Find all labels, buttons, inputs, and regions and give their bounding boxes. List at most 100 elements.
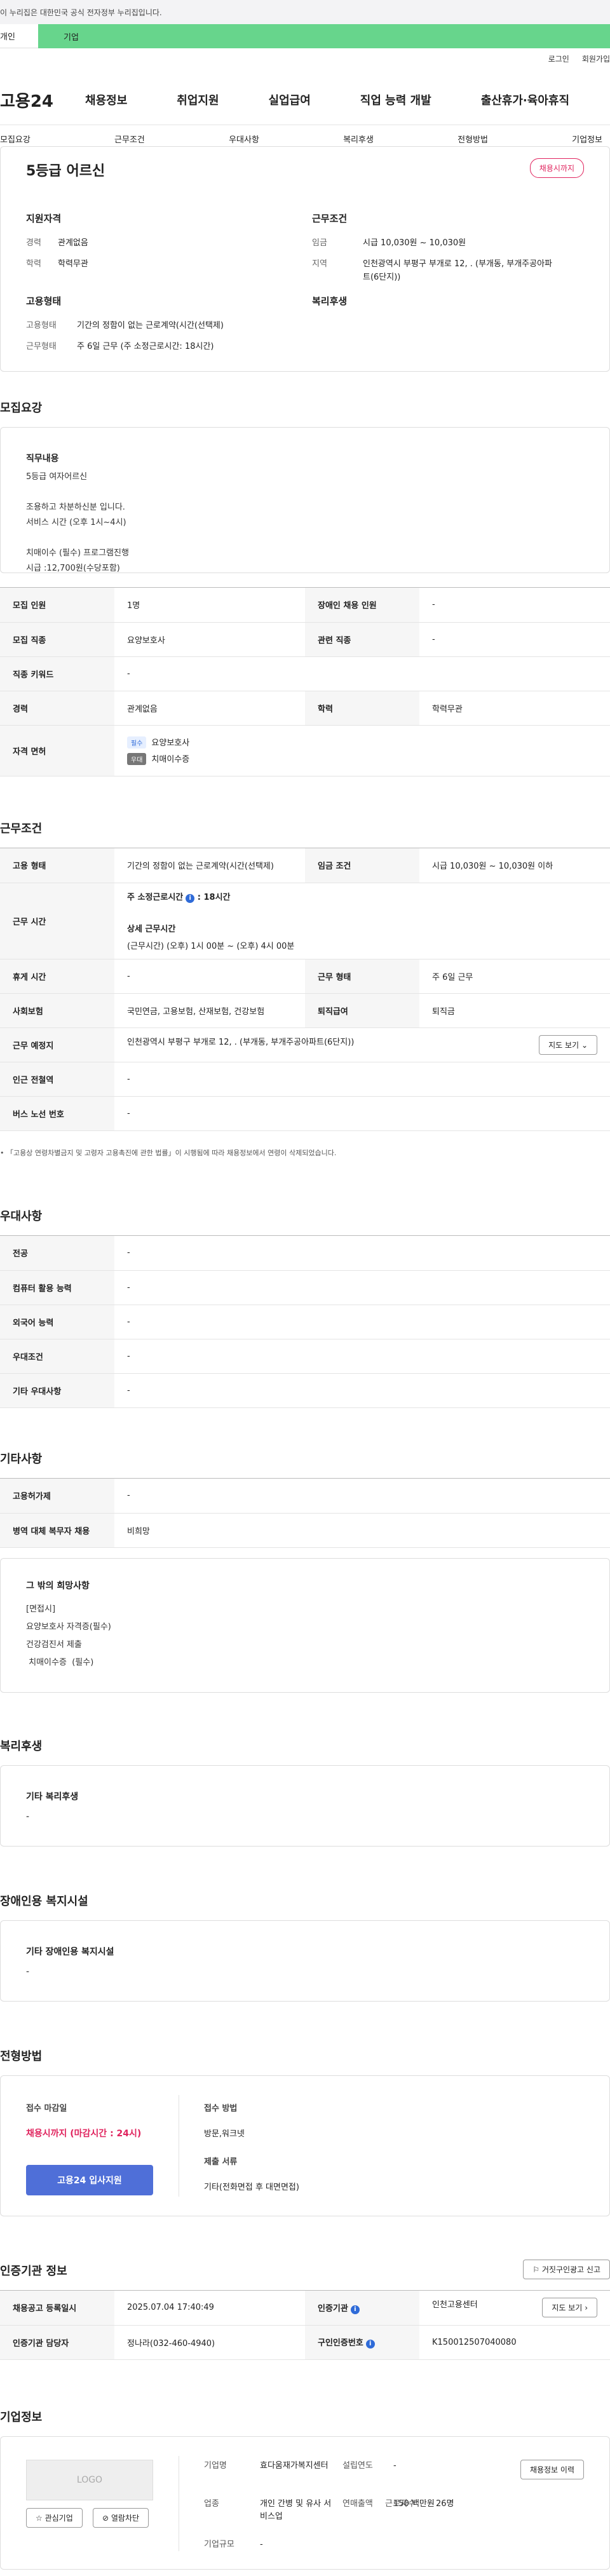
cell-label: 임금 조건 xyxy=(305,848,419,883)
info-icon[interactable]: i xyxy=(365,2340,375,2349)
agency-map-label: 지도 보기 xyxy=(552,2303,583,2313)
main-nav: 고용24 채용정보 취업지원 실업급여 직업 능력 개발 출산휴가·육아휴직 xyxy=(0,78,610,122)
block-icon: ⊘ xyxy=(102,2514,109,2523)
cell-value: 요양보호사 xyxy=(114,622,305,657)
fav-label: 관심기업 xyxy=(44,2514,73,2523)
cell-label: 사회보험 xyxy=(0,993,114,1028)
cell-label: 자격 면허 xyxy=(0,725,114,776)
cell-label: 근무 예정지 xyxy=(0,1027,114,1062)
tab-recruit[interactable]: 모집요강 xyxy=(0,133,30,145)
cell-label: 인증기관 담당자 xyxy=(0,2325,114,2360)
cell-label: 휴게 시간 xyxy=(0,959,114,994)
etc-box: 그 밖의 희망사항 [면접시] 요양보호사 자격증(필수) 건강검진서 제출 치… xyxy=(0,1558,610,1693)
label: 지역 xyxy=(312,259,327,269)
work-title: 근무조건 xyxy=(0,822,43,836)
tab-personal[interactable]: 개인 xyxy=(0,24,38,48)
nav-jobs[interactable]: 채용정보 xyxy=(85,92,127,108)
site-logo[interactable]: 고용24 xyxy=(0,88,53,112)
value: 시급 10,030원 ~ 10,030원 xyxy=(363,238,466,248)
nav-unemployment[interactable]: 실업급여 xyxy=(269,92,311,108)
cell-label: 학력 xyxy=(305,691,419,726)
signup-link[interactable]: 회원가입 xyxy=(582,53,610,64)
report-button[interactable]: ⚐ 거짓구인광고 신고 xyxy=(523,2260,610,2279)
process-title: 전형방법 xyxy=(0,2050,43,2063)
field-value: - xyxy=(393,2461,396,2471)
work-table: 고용 형태 기간의 정함이 없는 근로계약(시간(선택제) 임금 조건 시급 10,0… xyxy=(0,848,610,1131)
value: 트(6단지)) xyxy=(363,273,401,282)
cell-label: 인증기관 i xyxy=(305,2291,419,2326)
disab-sub: 기타 장애인용 복지시설 xyxy=(26,1947,114,1957)
map-button[interactable]: 지도 보기 ⌄ xyxy=(539,1034,597,1055)
flag-icon: ⚐ xyxy=(532,2265,540,2274)
field-label: 업종 xyxy=(204,2499,219,2509)
user-type-tabs: 개인 기업 xyxy=(0,24,610,48)
tab-company[interactable]: 기업 xyxy=(38,24,610,48)
tab-company[interactable]: 기업정보 xyxy=(572,133,602,145)
cell-label: 장애인 채용 인원 xyxy=(305,588,419,623)
cell-value: 주 6일 근무 xyxy=(419,959,610,994)
cell-label-text: 인증기관 xyxy=(318,2303,348,2314)
benefit-card: 기타 복리후생 - xyxy=(0,1765,610,1847)
gov-banner: 이 누리집은 대한민국 공식 전자정부 누리집입니다. xyxy=(0,0,610,24)
cell-label: 직종 키워드 xyxy=(0,656,114,691)
label: 경력 xyxy=(26,238,41,248)
info-icon[interactable]: i xyxy=(186,894,195,903)
cell-label: 기타 우대사항 xyxy=(0,1373,114,1408)
cell-value: 기간의 정함이 없는 근로계약(시간(선택제) xyxy=(114,848,305,883)
pref-table: 전공 - 컴퓨터 활용 능력 - 외국어 능력 - 우대조건 - 기타 우대사항 - xyxy=(0,1235,610,1408)
etc-box-text: [면접시] 요양보호사 자격증(필수) 건강검진서 제출 치매이수증 (필수) xyxy=(26,1604,111,1667)
nav-employment-support[interactable]: 취업지원 xyxy=(177,92,219,108)
field-label: 근로자수 xyxy=(385,2499,416,2509)
age-note: • 「고용상 연령차별금지 및 고령자 고용촉진에 관한 법률」이 시행됨에 따… xyxy=(0,1149,337,1157)
history-button[interactable]: 채용정보 이력 xyxy=(520,2460,584,2479)
benefit-value: - xyxy=(26,1812,30,1822)
benefit-title: 복리후생 xyxy=(0,1740,43,1753)
label: 학력 xyxy=(26,259,41,269)
cell-label: 고용허가제 xyxy=(0,1479,114,1514)
value: 인천광역시 부평구 부개로 12, . (부개동, 부개주공아파 xyxy=(363,259,553,269)
detail-hours-label: 상세 근무시간 xyxy=(127,925,176,934)
info-icon[interactable]: i xyxy=(350,2305,360,2314)
tab-process[interactable]: 전형방법 xyxy=(458,133,488,145)
fav-button[interactable]: ☆ 관심기업 xyxy=(26,2508,83,2528)
qual-list: 경력 관계없음 학력 학력무관 xyxy=(26,236,88,278)
block-button[interactable]: ⊘ 열람차단 xyxy=(93,2508,149,2528)
work-time-cell: 주 소정근로시간 i : 18시간 상세 근무시간 (근무시간) (오후) 1시 … xyxy=(114,883,610,959)
age-note-text: 「고용상 연령차별금지 및 고령자 고용촉진에 관한 법률」이 시행됨에 따라 … xyxy=(6,1149,337,1157)
cell-label: 병역 대체 복무자 채용 xyxy=(0,1513,114,1548)
cell-value: 관계없음 xyxy=(114,691,305,726)
chevron-down-icon: ⌄ xyxy=(581,1040,588,1050)
company-fields-2: 근로자수 26명 xyxy=(385,2498,454,2511)
deadline-value: 채용시까지 (마감시간 : 24시) xyxy=(26,2129,142,2139)
tab-benefit[interactable]: 복리후생 xyxy=(343,133,374,145)
apply-button[interactable]: 고용24 입사지원 xyxy=(26,2165,153,2195)
field-label: 설립연도 xyxy=(342,2461,373,2471)
company-logo: LOGO xyxy=(26,2460,153,2500)
field-value: 26명 xyxy=(436,2499,454,2509)
method-label: 접수 방법 xyxy=(204,2104,238,2113)
license-name: 요양보호사 xyxy=(151,738,190,748)
cell-label: 고용 형태 xyxy=(0,848,114,883)
emp-list: 고용형태 기간의 정함이 없는 근로계약(시간(선택제) 근무형태 주 6일 근무 … xyxy=(26,318,224,360)
agency-table: 채용공고 등록일시 2025.07.04 17:40:49 인증기관 i 인천고용센터 지… xyxy=(0,2290,610,2360)
method-value: 방문,워크넷 xyxy=(204,2129,245,2139)
cell-label: 모집 인원 xyxy=(0,588,114,623)
cell-value: - xyxy=(114,1096,610,1131)
cell-label-text: 구인인증번호 xyxy=(318,2338,363,2348)
etc-table: 고용허가제 - 병역 대체 복무자 채용 비희망 xyxy=(0,1478,610,1548)
tab-pref[interactable]: 우대사항 xyxy=(229,133,259,145)
agency-map-button[interactable]: 지도 보기 › xyxy=(542,2298,597,2318)
agency-cell: 인천고용센터 지도 보기 › xyxy=(419,2291,610,2326)
tab-work[interactable]: 근무조건 xyxy=(114,133,145,145)
login-link[interactable]: 로그인 xyxy=(548,53,569,64)
welfare-title: 복리후생 xyxy=(312,295,348,307)
value: 기간의 정함이 없는 근로계약(시간(선택제) xyxy=(77,321,224,330)
nav-training[interactable]: 직업 능력 개발 xyxy=(360,92,431,108)
cell-value: 퇴직금 xyxy=(419,993,610,1028)
preferred-tag: 우대 xyxy=(127,753,147,765)
chevron-right-icon: › xyxy=(585,2303,588,2313)
location-value: 인천광역시 부평구 부개로 12, . (부개동, 부개주공아파트(6단지)) xyxy=(127,1037,355,1047)
cell-label: 채용공고 등록일시 xyxy=(0,2291,114,2326)
company-title: 기업정보 xyxy=(0,2411,43,2424)
nav-leave[interactable]: 출산휴가·육아휴직 xyxy=(481,92,569,108)
